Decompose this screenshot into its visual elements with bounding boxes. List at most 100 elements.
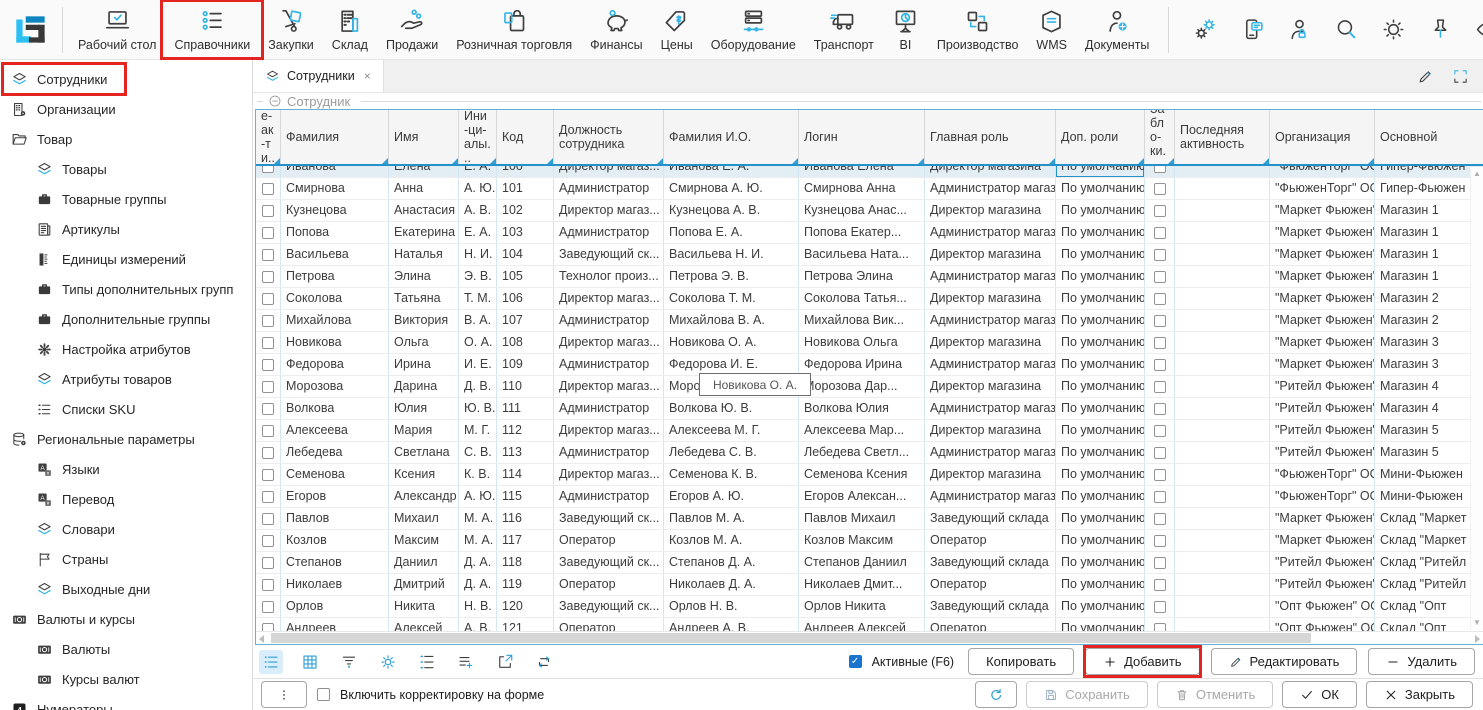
copy-button[interactable]: Копировать xyxy=(968,648,1074,675)
blocked-checkbox[interactable] xyxy=(1154,491,1166,503)
inactive-checkbox[interactable] xyxy=(262,557,274,569)
column-header-extra_roles[interactable]: Доп. роли xyxy=(1056,110,1145,164)
cell-blocked[interactable] xyxy=(1145,508,1175,529)
cell-short_name[interactable]: Козлов М. А. xyxy=(664,530,799,551)
numbered-list-icon[interactable] xyxy=(415,650,439,674)
cell-organization[interactable]: "ФьюженТорг" ООО xyxy=(1270,178,1375,199)
sidebar-item[interactable]: 4Нумераторы xyxy=(0,694,252,710)
cell-blocked[interactable] xyxy=(1145,266,1175,287)
blocked-checkbox[interactable] xyxy=(1154,227,1166,239)
toolbar-item-sales[interactable]: Продажи xyxy=(377,0,447,59)
cell-inactive[interactable] xyxy=(256,596,281,617)
blocked-checkbox[interactable] xyxy=(1154,183,1166,195)
cell-blocked[interactable] xyxy=(1145,420,1175,441)
table-row[interactable]: ЛебедеваСветланаС. В.113АдминистраторЛеб… xyxy=(256,442,1483,464)
cell-main_object[interactable]: Гипер-Фьюжен xyxy=(1375,178,1483,199)
cell-position[interactable]: Администратор xyxy=(554,486,664,507)
cell-main_object[interactable]: Склад "Маркет xyxy=(1375,508,1483,529)
cell-short_name[interactable]: Смирнова А. Ю. xyxy=(664,178,799,199)
cell-short_name[interactable]: Новикова О. А. xyxy=(664,332,799,353)
sidebar-item[interactable]: Словари xyxy=(0,514,252,544)
cell-login[interactable]: Кузнецова Анас... xyxy=(799,200,925,221)
cell-organization[interactable]: "Опт Фьюжен" ООО xyxy=(1270,618,1375,631)
cell-inactive[interactable] xyxy=(256,508,281,529)
cell-extra_roles[interactable]: По умолчанию xyxy=(1056,420,1145,441)
cell-last_activity[interactable] xyxy=(1175,200,1270,221)
cell-inactive[interactable] xyxy=(256,310,281,331)
cell-first_name[interactable]: Анастасия xyxy=(389,200,459,221)
cell-last_name[interactable]: Федорова xyxy=(281,354,389,375)
cell-main_role[interactable]: Администратор магаз... xyxy=(925,442,1056,463)
cell-short_name[interactable]: Васильева Н. И. xyxy=(664,244,799,265)
cell-blocked[interactable] xyxy=(1145,486,1175,507)
cell-short_name[interactable]: Кузнецова А. В. xyxy=(664,200,799,221)
sidebar-item[interactable]: Сотрудники xyxy=(0,64,252,94)
table-row[interactable]: СоколоваТатьянаТ. М.106Директор магаз...… xyxy=(256,288,1483,310)
cell-first_name[interactable]: Максим xyxy=(389,530,459,551)
cell-main_object[interactable]: Склад "Ритейл xyxy=(1375,552,1483,573)
cell-blocked[interactable] xyxy=(1145,244,1175,265)
horizontal-scrollbar[interactable] xyxy=(256,631,1483,644)
cell-initials[interactable]: С. В. xyxy=(459,442,497,463)
sidebar-item[interactable]: Валюты и курсы xyxy=(0,604,252,634)
cell-extra_roles[interactable]: По умолчанию xyxy=(1056,618,1145,631)
cell-short_name[interactable]: Иванова Е. А. xyxy=(664,166,799,177)
cell-initials[interactable]: Е. А. xyxy=(459,166,497,177)
cell-organization[interactable]: "Маркет Фьюжен" О... xyxy=(1270,266,1375,287)
cell-organization[interactable]: "Маркет Фьюжен" О... xyxy=(1270,530,1375,551)
blocked-checkbox[interactable] xyxy=(1154,359,1166,371)
table-row[interactable]: МорозоваДаринаД. В.110Директор магаз...М… xyxy=(256,376,1483,398)
cell-short_name[interactable]: Попова Е. А. xyxy=(664,222,799,243)
cell-main_object[interactable]: Магазин 4 xyxy=(1375,398,1483,419)
cell-extra_roles[interactable]: По умолчанию xyxy=(1056,508,1145,529)
cell-login[interactable]: Васильева Ната... xyxy=(799,244,925,265)
table-row[interactable]: ВолковаЮлияЮ. В.111АдминистраторВолкова … xyxy=(256,398,1483,420)
cell-login[interactable]: Орлов Никита xyxy=(799,596,925,617)
cell-last_activity[interactable] xyxy=(1175,222,1270,243)
device-chat-icon[interactable] xyxy=(1240,17,1265,42)
cell-inactive[interactable] xyxy=(256,530,281,551)
cell-main_role[interactable]: Администратор магаз... xyxy=(925,266,1056,287)
cell-extra_roles[interactable]: По умолчанию xyxy=(1056,244,1145,265)
cell-first_name[interactable]: Дмитрий xyxy=(389,574,459,595)
cell-blocked[interactable] xyxy=(1145,178,1175,199)
cell-main_role[interactable]: Администратор магаз... xyxy=(925,398,1056,419)
sidebar-item[interactable]: Организации xyxy=(0,94,252,124)
cell-blocked[interactable] xyxy=(1145,574,1175,595)
column-header-last_name[interactable]: Фамилия xyxy=(281,110,389,164)
cell-code[interactable]: 118 xyxy=(497,552,554,573)
table-row[interactable]: СтепановДаниилД. А.118Заведующий ск...Ст… xyxy=(256,552,1483,574)
cell-organization[interactable]: "Маркет Фьюжен" О... xyxy=(1270,288,1375,309)
sidebar-item[interactable]: Дополнительные группы xyxy=(0,304,252,334)
cell-main_role[interactable]: Администратор магаз... xyxy=(925,486,1056,507)
cell-main_object[interactable]: Мини-Фьюжен xyxy=(1375,486,1483,507)
cell-blocked[interactable] xyxy=(1145,200,1175,221)
sidebar-item[interactable]: AяПеревод xyxy=(0,484,252,514)
cell-main_object[interactable]: Магазин 3 xyxy=(1375,332,1483,353)
cell-last_activity[interactable] xyxy=(1175,398,1270,419)
cell-extra_roles[interactable]: По умолчанию xyxy=(1056,442,1145,463)
scroll-up-arrow-icon[interactable]: ▲ xyxy=(1471,169,1483,179)
cell-blocked[interactable] xyxy=(1145,222,1175,243)
cell-inactive[interactable] xyxy=(256,398,281,419)
cell-organization[interactable]: "Маркет Фьюжен" О... xyxy=(1270,508,1375,529)
cell-login[interactable]: Егоров Алексан... xyxy=(799,486,925,507)
cell-main_object[interactable]: Магазин 4 xyxy=(1375,376,1483,397)
cell-last_name[interactable]: Андреев xyxy=(281,618,389,631)
cell-login[interactable]: Иванова Елена xyxy=(799,166,925,177)
blocked-checkbox[interactable] xyxy=(1154,271,1166,283)
cell-blocked[interactable] xyxy=(1145,464,1175,485)
cell-main_role[interactable]: Оператор xyxy=(925,574,1056,595)
eye-icon[interactable] xyxy=(1475,17,1483,42)
cell-last_name[interactable]: Семенова xyxy=(281,464,389,485)
cell-blocked[interactable] xyxy=(1145,354,1175,375)
inactive-checkbox[interactable] xyxy=(262,623,274,632)
cell-blocked[interactable] xyxy=(1145,288,1175,309)
cell-initials[interactable]: Э. В. xyxy=(459,266,497,287)
cell-extra_roles[interactable]: По умолчанию xyxy=(1056,398,1145,419)
sidebar-item[interactable]: Атрибуты товаров xyxy=(0,364,252,394)
inactive-checkbox[interactable] xyxy=(262,337,274,349)
inactive-checkbox[interactable] xyxy=(262,491,274,503)
cell-login[interactable]: Новикова Ольга xyxy=(799,332,925,353)
toolbar-item-finance[interactable]: Финансы xyxy=(581,0,651,59)
